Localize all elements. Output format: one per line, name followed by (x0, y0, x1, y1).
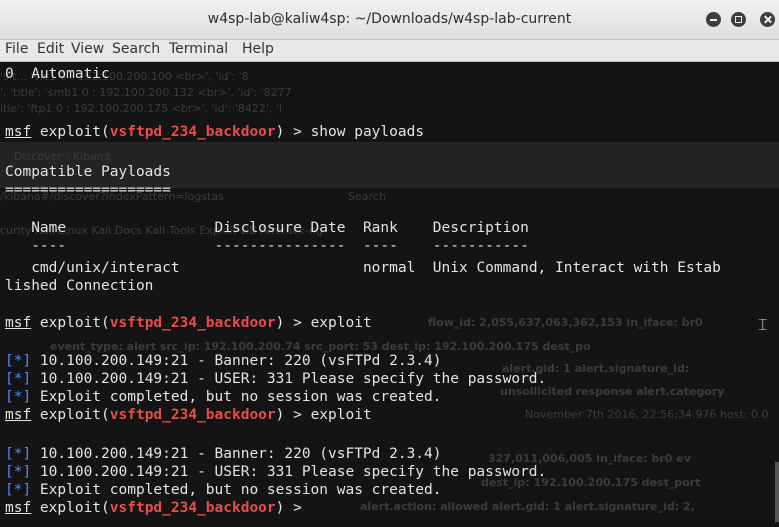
prompt-text: ) > (275, 124, 311, 140)
status-text: 10.100.200.149:21 - Banner: 220 (vsFTPd … (31, 446, 442, 462)
status-text: Exploit completed, but no session was cr… (31, 389, 442, 405)
prompt-text: ) > (275, 407, 311, 423)
background-search: Search (348, 190, 386, 203)
payload-name: cmd/unix/interact (31, 260, 180, 276)
module-name: vsftpd_234_backdoor (109, 124, 276, 140)
menu-help[interactable]: Help (242, 41, 274, 57)
status-line: [*] Exploit completed, but no session wa… (5, 481, 442, 499)
menu-terminal[interactable]: Terminal (169, 41, 228, 57)
minimize-icon[interactable] (706, 12, 721, 27)
command-text: exploit (310, 407, 372, 423)
terminal-line: 0 Automatic (5, 65, 110, 83)
divider: ----------- (432, 238, 529, 254)
prompt-line: msf exploit(vsftpd_234_backdoor) > explo… (5, 406, 372, 424)
msf-prefix: msf (5, 315, 32, 331)
status-text: 10.100.200.149:21 - USER: 331 Please spe… (31, 464, 547, 480)
status-text: 10.100.200.149:21 - USER: 331 Please spe… (31, 371, 547, 387)
ibeam-cursor-icon: ⌶ (758, 315, 768, 334)
status-line: [*] 10.100.200.149:21 - USER: 331 Please… (5, 370, 546, 388)
background-text-line: itle': 'ftp1 0 : 192.100.200.175 <br>', … (0, 102, 282, 115)
status-text: Exploit completed, but no session was cr… (31, 482, 442, 498)
module-name: vsftpd_234_backdoor (109, 407, 276, 423)
column-header: Rank (362, 220, 398, 236)
column-header: Disclosure Date (214, 220, 346, 236)
payload-description: Unix Command, Interact with Estab (432, 260, 721, 276)
window-title: w4sp-lab@kaliw4sp: ~/Downloads/w4sp-lab-… (207, 11, 572, 27)
background-log: November 7th 2016, 22:56:34.976 host: 0.… (525, 408, 769, 421)
background-log: flow_id: 2,055,637,063,362,153 in_iface:… (428, 316, 703, 329)
msf-prefix: msf (5, 124, 32, 140)
prompt-text: exploit( (31, 315, 110, 331)
prompt-text: exploit( (31, 500, 110, 516)
info-marker: [*] (5, 353, 32, 369)
close-icon[interactable] (760, 12, 775, 27)
target-label: Automatic (31, 66, 110, 82)
prompt-text: exploit( (31, 407, 110, 423)
prompt-text: ) > (275, 315, 311, 331)
info-marker: [*] (5, 371, 32, 387)
payload-rank: normal (362, 260, 416, 276)
prompt-line: msf exploit(vsftpd_234_backdoor) > explo… (5, 314, 372, 332)
maximize-icon[interactable] (731, 12, 746, 27)
info-marker: [*] (5, 389, 32, 405)
divider: ---- (31, 238, 67, 254)
msf-prefix: msf (5, 500, 32, 516)
background-log: alert.action: allowed alert.gid: 1 alert… (360, 500, 695, 513)
module-name: vsftpd_234_backdoor (109, 315, 276, 331)
divider: ---- (362, 238, 398, 254)
status-line: [*] 10.100.200.149:21 - Banner: 220 (vsF… (5, 445, 442, 463)
status-line: [*] Exploit completed, but no session wa… (5, 388, 442, 406)
menu-bar: File Edit View Search Terminal Help (0, 40, 779, 62)
scrollbar[interactable] (775, 462, 779, 522)
menu-edit[interactable]: Edit (37, 41, 64, 57)
msf-prefix: msf (5, 407, 32, 423)
background-text-line: ', 'title': 'smb1 0 : 192.100.200.132 <b… (0, 86, 292, 99)
command-text: exploit (310, 315, 372, 331)
table-row: cmd/unix/interact normal Unix Command, I… (5, 259, 721, 277)
section-title: Compatible Payloads (5, 164, 171, 180)
menu-search[interactable]: Search (112, 41, 160, 57)
terminal-window: w4sp-lab@kaliw4sp: ~/Downloads/w4sp-lab-… (0, 0, 779, 527)
command-text: show payloads (310, 124, 425, 140)
terminal-output[interactable]: 's t... 'vlc1 0 : 192.100.200.100 <br>',… (0, 62, 779, 527)
status-line: [*] 10.100.200.149:21 - USER: 331 Please… (5, 463, 546, 481)
info-marker: [*] (5, 464, 32, 480)
title-bar: w4sp-lab@kaliw4sp: ~/Downloads/w4sp-lab-… (0, 0, 779, 40)
target-index: 0 (5, 66, 14, 82)
status-line: [*] 10.100.200.149:21 - Banner: 220 (vsF… (5, 352, 442, 370)
section-rule: =================== (5, 182, 171, 198)
table-divider: ---- --------------- ---- ----------- (5, 237, 529, 255)
prompt-line: msf exploit(vsftpd_234_backdoor) > show … (5, 123, 424, 141)
prompt-text: ) > (275, 500, 311, 516)
info-marker: [*] (5, 482, 32, 498)
prompt-text: exploit( (31, 124, 110, 140)
prompt-line: msf exploit(vsftpd_234_backdoor) > (5, 499, 311, 517)
divider: --------------- (214, 238, 346, 254)
info-marker: [*] (5, 446, 32, 462)
column-header: Description (432, 220, 529, 236)
menu-file[interactable]: File (5, 41, 28, 57)
table-header: Name Disclosure Date Rank Description (5, 219, 529, 237)
column-header: Name (31, 220, 67, 236)
menu-view[interactable]: View (71, 41, 104, 57)
module-name: vsftpd_234_backdoor (109, 500, 276, 516)
table-row-continuation: lished Connection (5, 278, 154, 294)
status-text: 10.100.200.149:21 - Banner: 220 (vsFTPd … (31, 353, 442, 369)
background-browser-tab: Discover - Kibana (14, 150, 111, 163)
